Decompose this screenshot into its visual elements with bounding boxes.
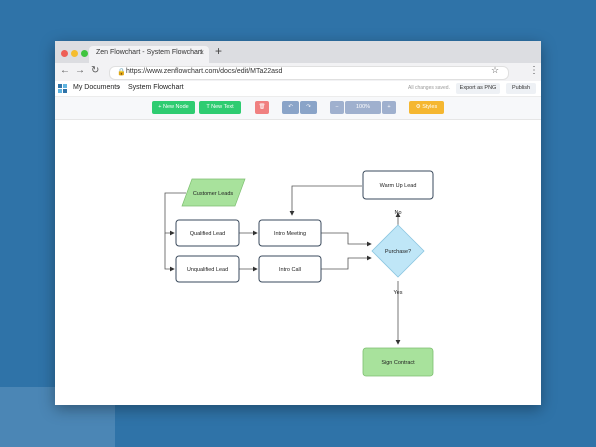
purchase-decision-node[interactable]: Purchase? xyxy=(371,224,425,278)
intro-call-node[interactable]: Intro Call xyxy=(258,255,322,283)
publish-button[interactable]: Publish xyxy=(506,83,536,94)
browser-window: Zen Flowchart - System Flowchart × + ← →… xyxy=(55,41,541,405)
reload-icon[interactable]: ↻ xyxy=(91,65,99,76)
browser-tab[interactable]: Zen Flowchart - System Flowchart × xyxy=(89,46,209,63)
document-title[interactable]: System Flowchart xyxy=(128,84,184,91)
app-logo-icon[interactable] xyxy=(58,84,67,93)
unqualified-lead-node[interactable]: Unqualified Lead xyxy=(175,255,240,283)
customer-leads-label: Customer Leads xyxy=(193,191,234,197)
browser-menu-icon[interactable]: ⋮ xyxy=(529,65,539,76)
styles-button[interactable]: ⚙ Styles xyxy=(409,101,444,114)
app-header: My Documents › System Flowchart All chan… xyxy=(55,81,541,97)
lock-icon: 🔒 xyxy=(117,69,126,76)
flowchart-canvas[interactable]: Customer Leads Qualified Lead Unqualifie… xyxy=(55,120,541,405)
zoom-in-button[interactable]: + xyxy=(382,101,396,114)
trash-icon[interactable]: 🗑 xyxy=(255,101,269,114)
forward-arrow-icon[interactable]: → xyxy=(75,65,85,76)
minimize-window-dot[interactable] xyxy=(71,50,78,57)
export-png-button[interactable]: Export as PNG xyxy=(456,83,500,94)
redo-icon[interactable]: ↷ xyxy=(300,101,317,114)
qualified-lead-node[interactable]: Qualified Lead xyxy=(175,219,240,247)
purchase-label: Purchase? xyxy=(385,249,411,255)
chevron-right-icon: › xyxy=(118,84,121,91)
intro-meeting-label: Intro Meeting xyxy=(274,231,306,237)
undo-icon[interactable]: ↶ xyxy=(282,101,299,114)
tab-title: Zen Flowchart - System Flowchart xyxy=(96,49,203,56)
unqualified-lead-label: Unqualified Lead xyxy=(187,267,228,273)
new-node-button[interactable]: + New Node xyxy=(152,101,195,114)
url-text: https://www.zenflowchart.com/docs/edit/M… xyxy=(126,68,283,75)
connector-meeting-purchase xyxy=(321,232,372,247)
new-tab-button[interactable]: + xyxy=(215,44,222,58)
connector-warmup-meeting xyxy=(289,185,362,216)
address-bar-row: ← → ↻ 🔒 https://www.zenflowchart.com/doc… xyxy=(55,63,541,81)
save-status: All changes saved. xyxy=(408,85,450,91)
sign-contract-node[interactable]: Sign Contract xyxy=(362,347,434,377)
qualified-lead-label: Qualified Lead xyxy=(190,231,225,237)
editor-toolbar: + New Node T New Text 🗑 ↶ ↷ − 100% + ⚙ S… xyxy=(55,97,541,120)
back-arrow-icon[interactable]: ← xyxy=(60,65,70,76)
warm-up-lead-node[interactable]: Warm Up Lead xyxy=(362,170,434,200)
bookmark-star-icon[interactable]: ☆ xyxy=(491,65,499,76)
sign-contract-label: Sign Contract xyxy=(381,360,415,366)
intro-meeting-node[interactable]: Intro Meeting xyxy=(258,219,322,247)
connector-leads-unqualified xyxy=(164,233,175,272)
customer-leads-node[interactable]: Customer Leads xyxy=(181,178,246,207)
warm-up-lead-label: Warm Up Lead xyxy=(380,183,417,189)
zoom-out-button[interactable]: − xyxy=(330,101,344,114)
zoom-level: 100% xyxy=(345,101,381,114)
no-edge-label: No xyxy=(394,210,401,216)
breadcrumb-my-documents[interactable]: My Documents xyxy=(73,84,120,91)
close-icon[interactable]: × xyxy=(199,48,204,57)
yes-edge-label: Yes xyxy=(394,290,403,296)
close-window-dot[interactable] xyxy=(61,50,68,57)
connector-call-purchase xyxy=(321,255,372,270)
url-input[interactable]: 🔒 https://www.zenflowchart.com/docs/edit… xyxy=(109,66,509,80)
intro-call-label: Intro Call xyxy=(279,267,301,273)
flowchart-diagram: Customer Leads Qualified Lead Unqualifie… xyxy=(164,170,434,377)
title-bar: Zen Flowchart - System Flowchart × + xyxy=(55,41,541,63)
maximize-window-dot[interactable] xyxy=(81,50,88,57)
new-text-button[interactable]: T New Text xyxy=(199,101,241,114)
